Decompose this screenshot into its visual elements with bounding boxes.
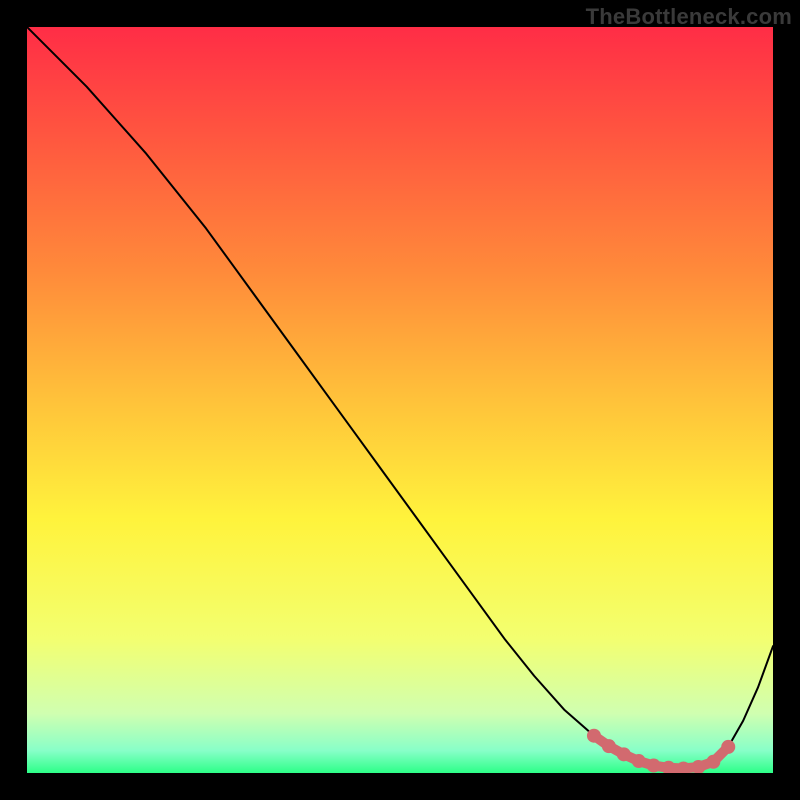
highlight-dot [602, 739, 616, 753]
chart-svg [27, 27, 773, 773]
highlight-dot [587, 729, 601, 743]
watermark-text: TheBottleneck.com [586, 4, 792, 30]
gradient-background [27, 27, 773, 773]
highlight-dot [721, 740, 735, 754]
highlight-dot [632, 754, 646, 768]
highlight-dot [706, 755, 720, 769]
highlight-dot [647, 759, 661, 773]
chart-frame: TheBottleneck.com [0, 0, 800, 800]
highlight-dot [617, 747, 631, 761]
plot-area [27, 27, 773, 773]
